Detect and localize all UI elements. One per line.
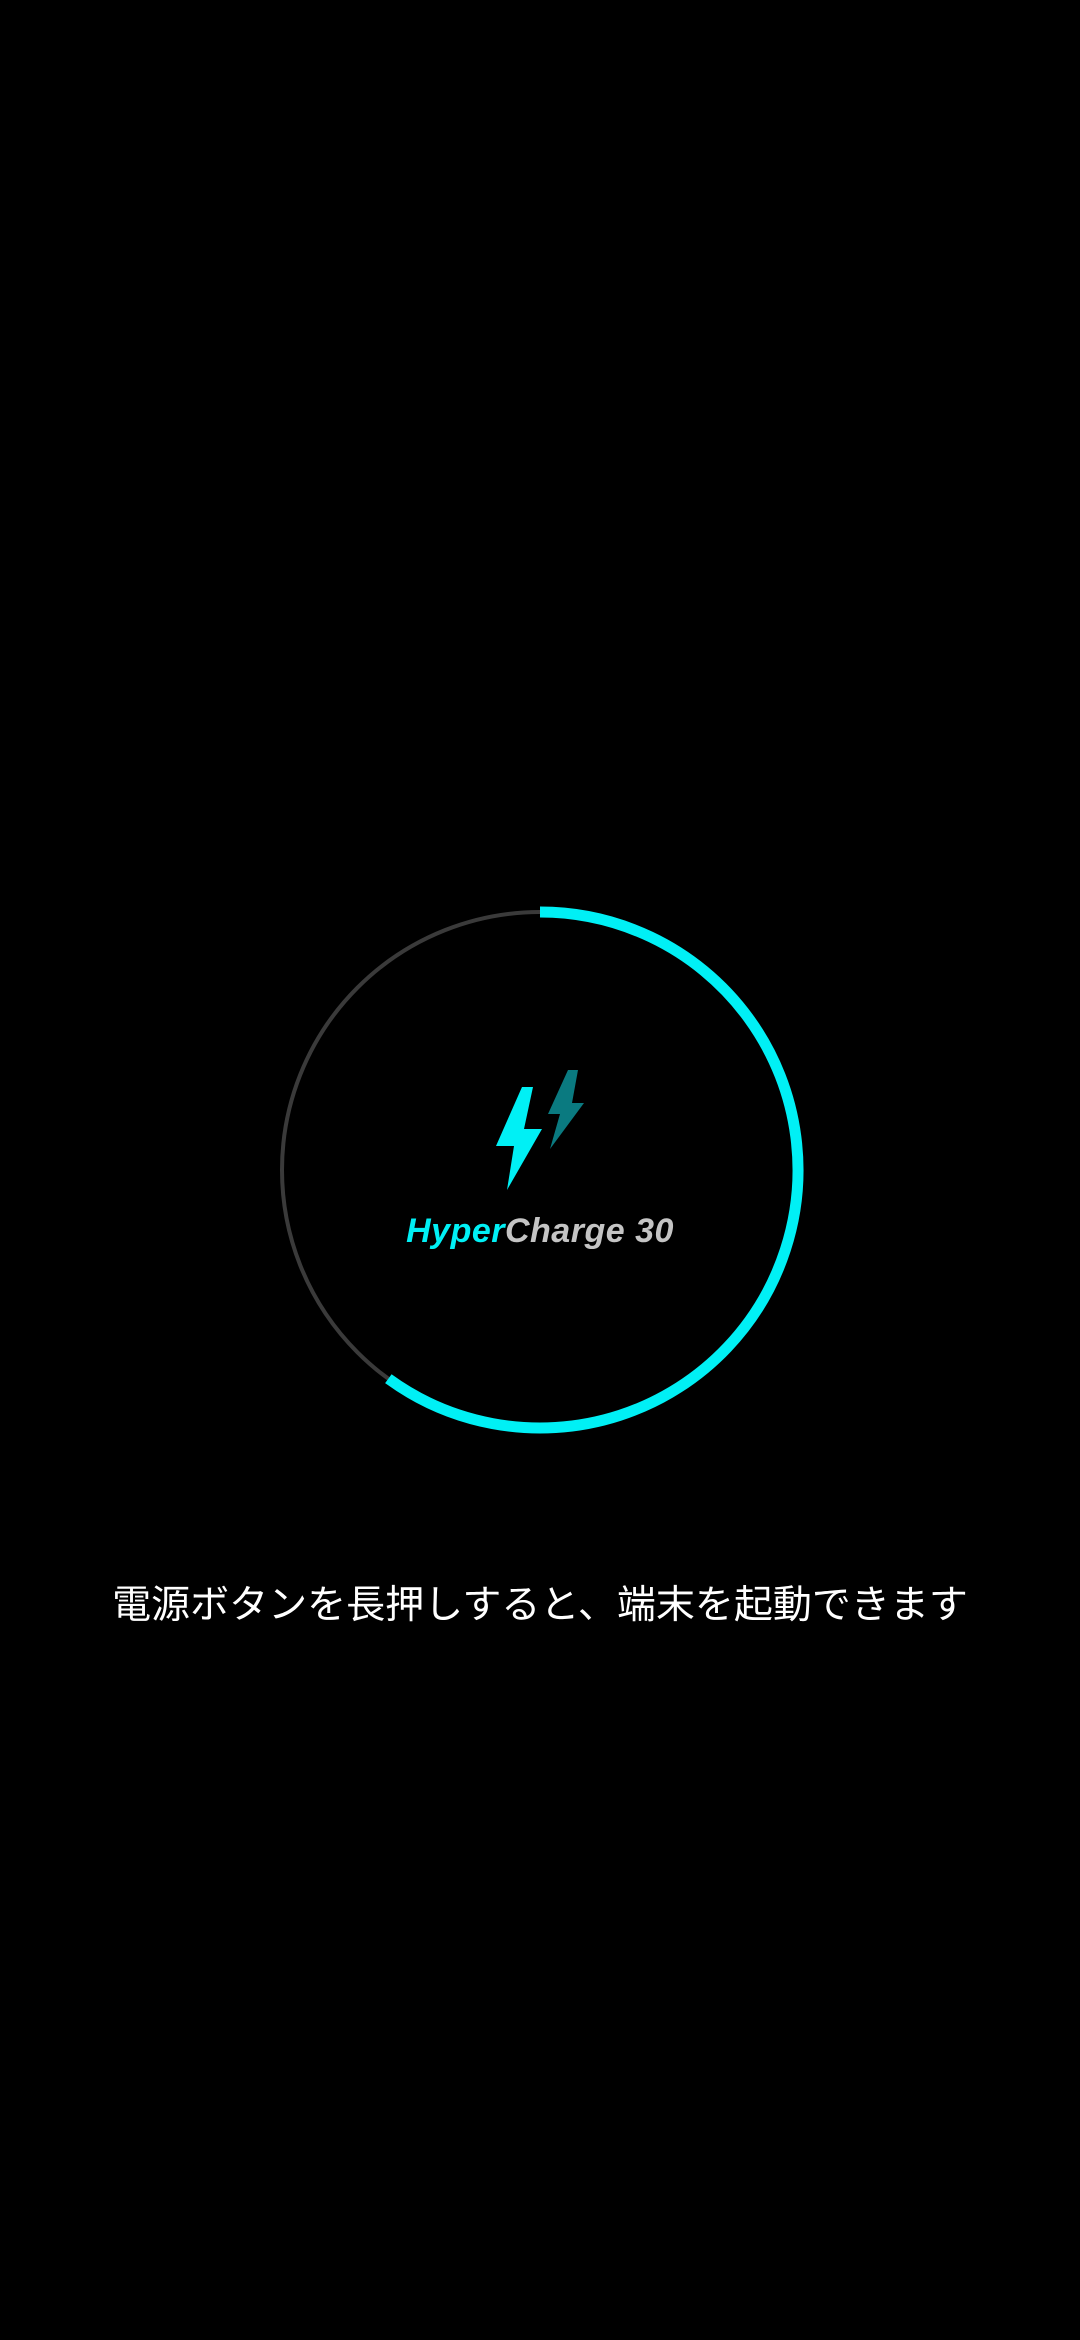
brand-secondary-text: Charge 30 bbox=[504, 1212, 674, 1250]
double-lightning-bolt-icon bbox=[496, 1070, 584, 1190]
secondary-bolt-icon bbox=[548, 1070, 584, 1149]
primary-bolt-icon bbox=[496, 1087, 542, 1190]
hypercharge-brand-label: HyperCharge 30 bbox=[0, 1212, 1080, 1251]
brand-primary-text: Hyper bbox=[406, 1212, 505, 1250]
power-button-hint: 電源ボタンを長押しすると、端末を起動できます bbox=[112, 1583, 968, 1628]
ring-progress-arc bbox=[385, 906, 804, 1434]
